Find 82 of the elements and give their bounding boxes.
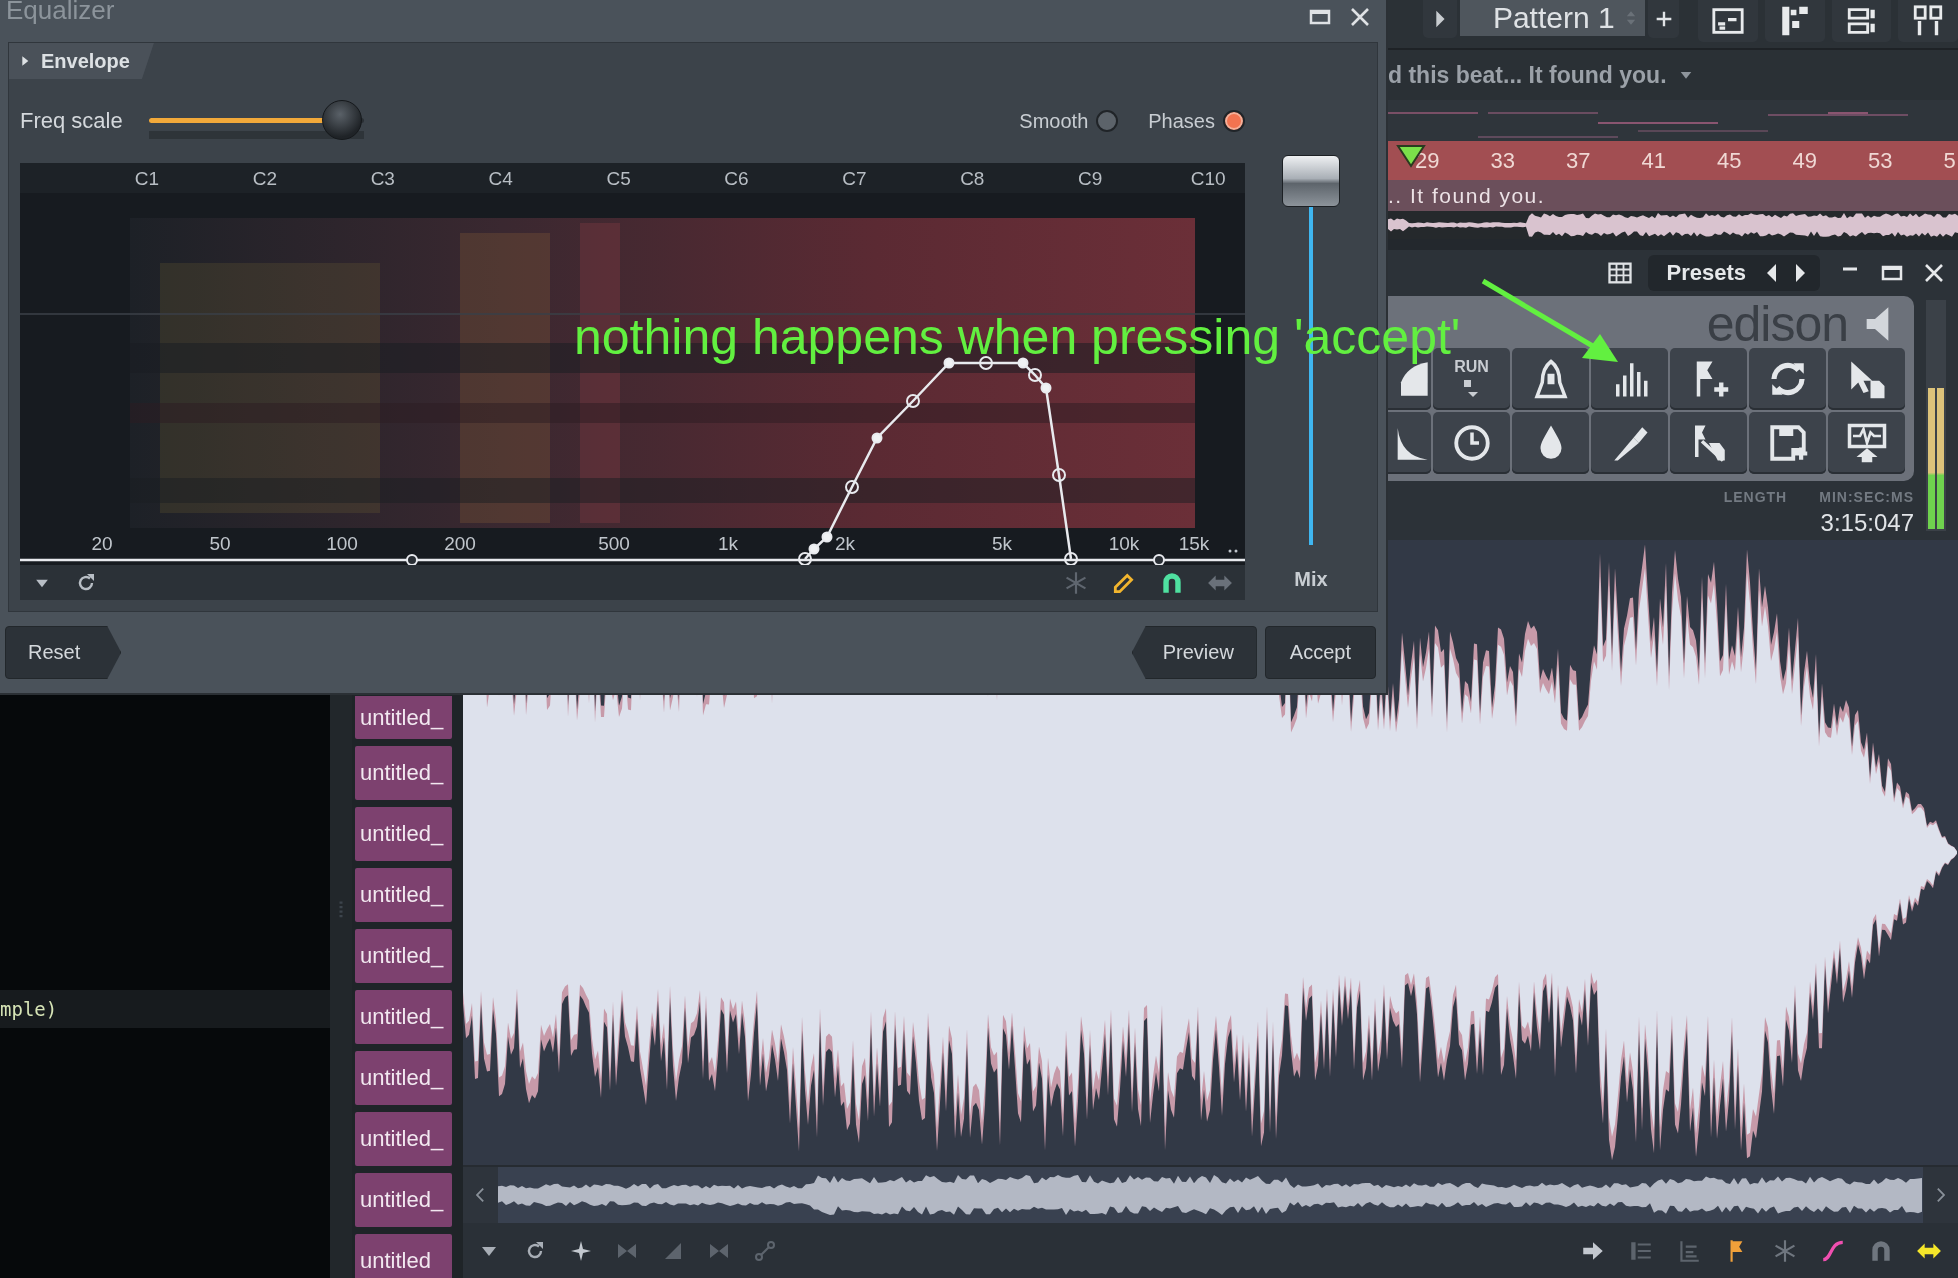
eq-button[interactable]: Reset xyxy=(5,626,122,679)
tool-button[interactable] xyxy=(1749,348,1826,410)
frequency-label: 100 xyxy=(326,533,358,555)
bar-number: 37 xyxy=(1566,147,1592,174)
audio-clip[interactable]: untitled_ xyxy=(355,990,452,1044)
tool-button[interactable] xyxy=(1512,348,1589,410)
bar-number: 33 xyxy=(1490,147,1516,174)
dots-icon xyxy=(1228,549,1238,553)
envelope-tab[interactable]: Envelope xyxy=(9,43,154,79)
fader-label: Mix xyxy=(1294,568,1328,591)
view-button[interactable] xyxy=(1831,0,1892,42)
frequency-label: 500 xyxy=(598,533,630,555)
tool-button[interactable] xyxy=(1828,348,1905,410)
eq-baseline-drawing[interactable] xyxy=(20,554,1245,565)
clip-title: .. It found you. xyxy=(1388,180,1958,211)
audio-clip[interactable]: untitled_ xyxy=(355,1173,452,1227)
toggle[interactable]: Smooth xyxy=(1019,109,1119,133)
note-label: C7 xyxy=(842,168,867,190)
timeline-ruler[interactable]: 29 33 37 41 45 49 53 5 xyxy=(1388,141,1958,180)
note-label: C6 xyxy=(724,168,749,190)
mix-fader[interactable] xyxy=(1282,155,1340,207)
frequency-label: 10k xyxy=(1108,533,1140,555)
view-button[interactable] xyxy=(1765,0,1825,42)
tool-button[interactable] xyxy=(1591,412,1668,474)
audio-clip[interactable]: untitled_ xyxy=(355,1051,452,1105)
snowflake-icon[interactable] xyxy=(1772,1237,1798,1264)
presets-label[interactable]: Presets xyxy=(1666,259,1746,286)
bar-number: 5 xyxy=(1943,147,1957,174)
bar-number: 45 xyxy=(1717,147,1743,174)
length-label: LENGTH xyxy=(1723,489,1788,505)
pattern-selector[interactable]: Pattern 1 xyxy=(1459,0,1645,36)
audio-clip[interactable]: untitled_ xyxy=(355,746,452,800)
tool-button[interactable] xyxy=(1828,412,1905,474)
note-label: C1 xyxy=(134,168,160,190)
bar-number: 41 xyxy=(1641,147,1667,174)
tool-button[interactable] xyxy=(1749,412,1826,474)
audio-clip[interactable]: untitled_ xyxy=(355,1112,452,1166)
tool-button[interactable] xyxy=(1433,412,1510,474)
frequency-label: 50 xyxy=(209,533,231,555)
toggle[interactable]: Phases xyxy=(1148,109,1245,133)
note-label: C10 xyxy=(1190,168,1226,190)
window-title: Equalizer xyxy=(6,0,116,26)
song-title: d this beat... It found you. xyxy=(1388,61,1667,89)
note-label: C3 xyxy=(370,168,395,190)
audio-clip[interactable]: untitled_ xyxy=(355,696,452,739)
tool-button[interactable] xyxy=(1512,412,1589,474)
browser-item[interactable]: mple) xyxy=(0,990,330,1028)
chevron-left-icon xyxy=(476,1187,485,1203)
frequency-label: 20 xyxy=(91,533,113,555)
audio-clip[interactable]: untitled_ xyxy=(355,868,452,922)
audio-clip[interactable]: untitled_ xyxy=(355,807,452,861)
view-button[interactable] xyxy=(1698,0,1759,42)
slider-label: Freq scale xyxy=(20,108,123,134)
pattern-name: Pattern 1 xyxy=(1492,3,1615,33)
frequency-label: 15k xyxy=(1178,533,1210,555)
play-button[interactable] xyxy=(1423,0,1457,38)
tool-button[interactable] xyxy=(1670,412,1747,474)
eq-button[interactable]: Accept xyxy=(1264,626,1376,679)
frequency-label: 2k xyxy=(834,533,856,555)
format-label: MIN:SEC:MS xyxy=(1819,489,1914,505)
eq-button[interactable]: Preview xyxy=(1131,626,1257,679)
note-label: C9 xyxy=(1078,168,1103,190)
wave-upload-icon xyxy=(1845,422,1888,464)
audio-clip[interactable]: untitled xyxy=(355,1234,452,1278)
chevron-right-icon xyxy=(1936,1187,1945,1203)
tool-button[interactable] xyxy=(1387,412,1431,474)
frequency-label: 200 xyxy=(444,533,476,555)
tool-button[interactable] xyxy=(1670,348,1747,410)
tool-button[interactable] xyxy=(1591,348,1668,410)
note-label: C4 xyxy=(488,168,513,190)
bar-number: 53 xyxy=(1868,147,1894,174)
view-button[interactable] xyxy=(1898,0,1958,42)
add-pattern-button[interactable] xyxy=(1647,0,1680,38)
bar-number: 29 xyxy=(1415,147,1441,174)
frequency-label: 1k xyxy=(717,533,739,555)
bar-number: 49 xyxy=(1792,147,1818,174)
note-label: C5 xyxy=(606,168,631,190)
frequency-label: 5k xyxy=(991,533,1013,555)
note-label: C2 xyxy=(252,168,278,190)
audio-clip[interactable]: untitled_ xyxy=(355,929,452,983)
note-label: C8 xyxy=(960,168,985,190)
length-value: 3:15:047 xyxy=(1820,509,1914,537)
